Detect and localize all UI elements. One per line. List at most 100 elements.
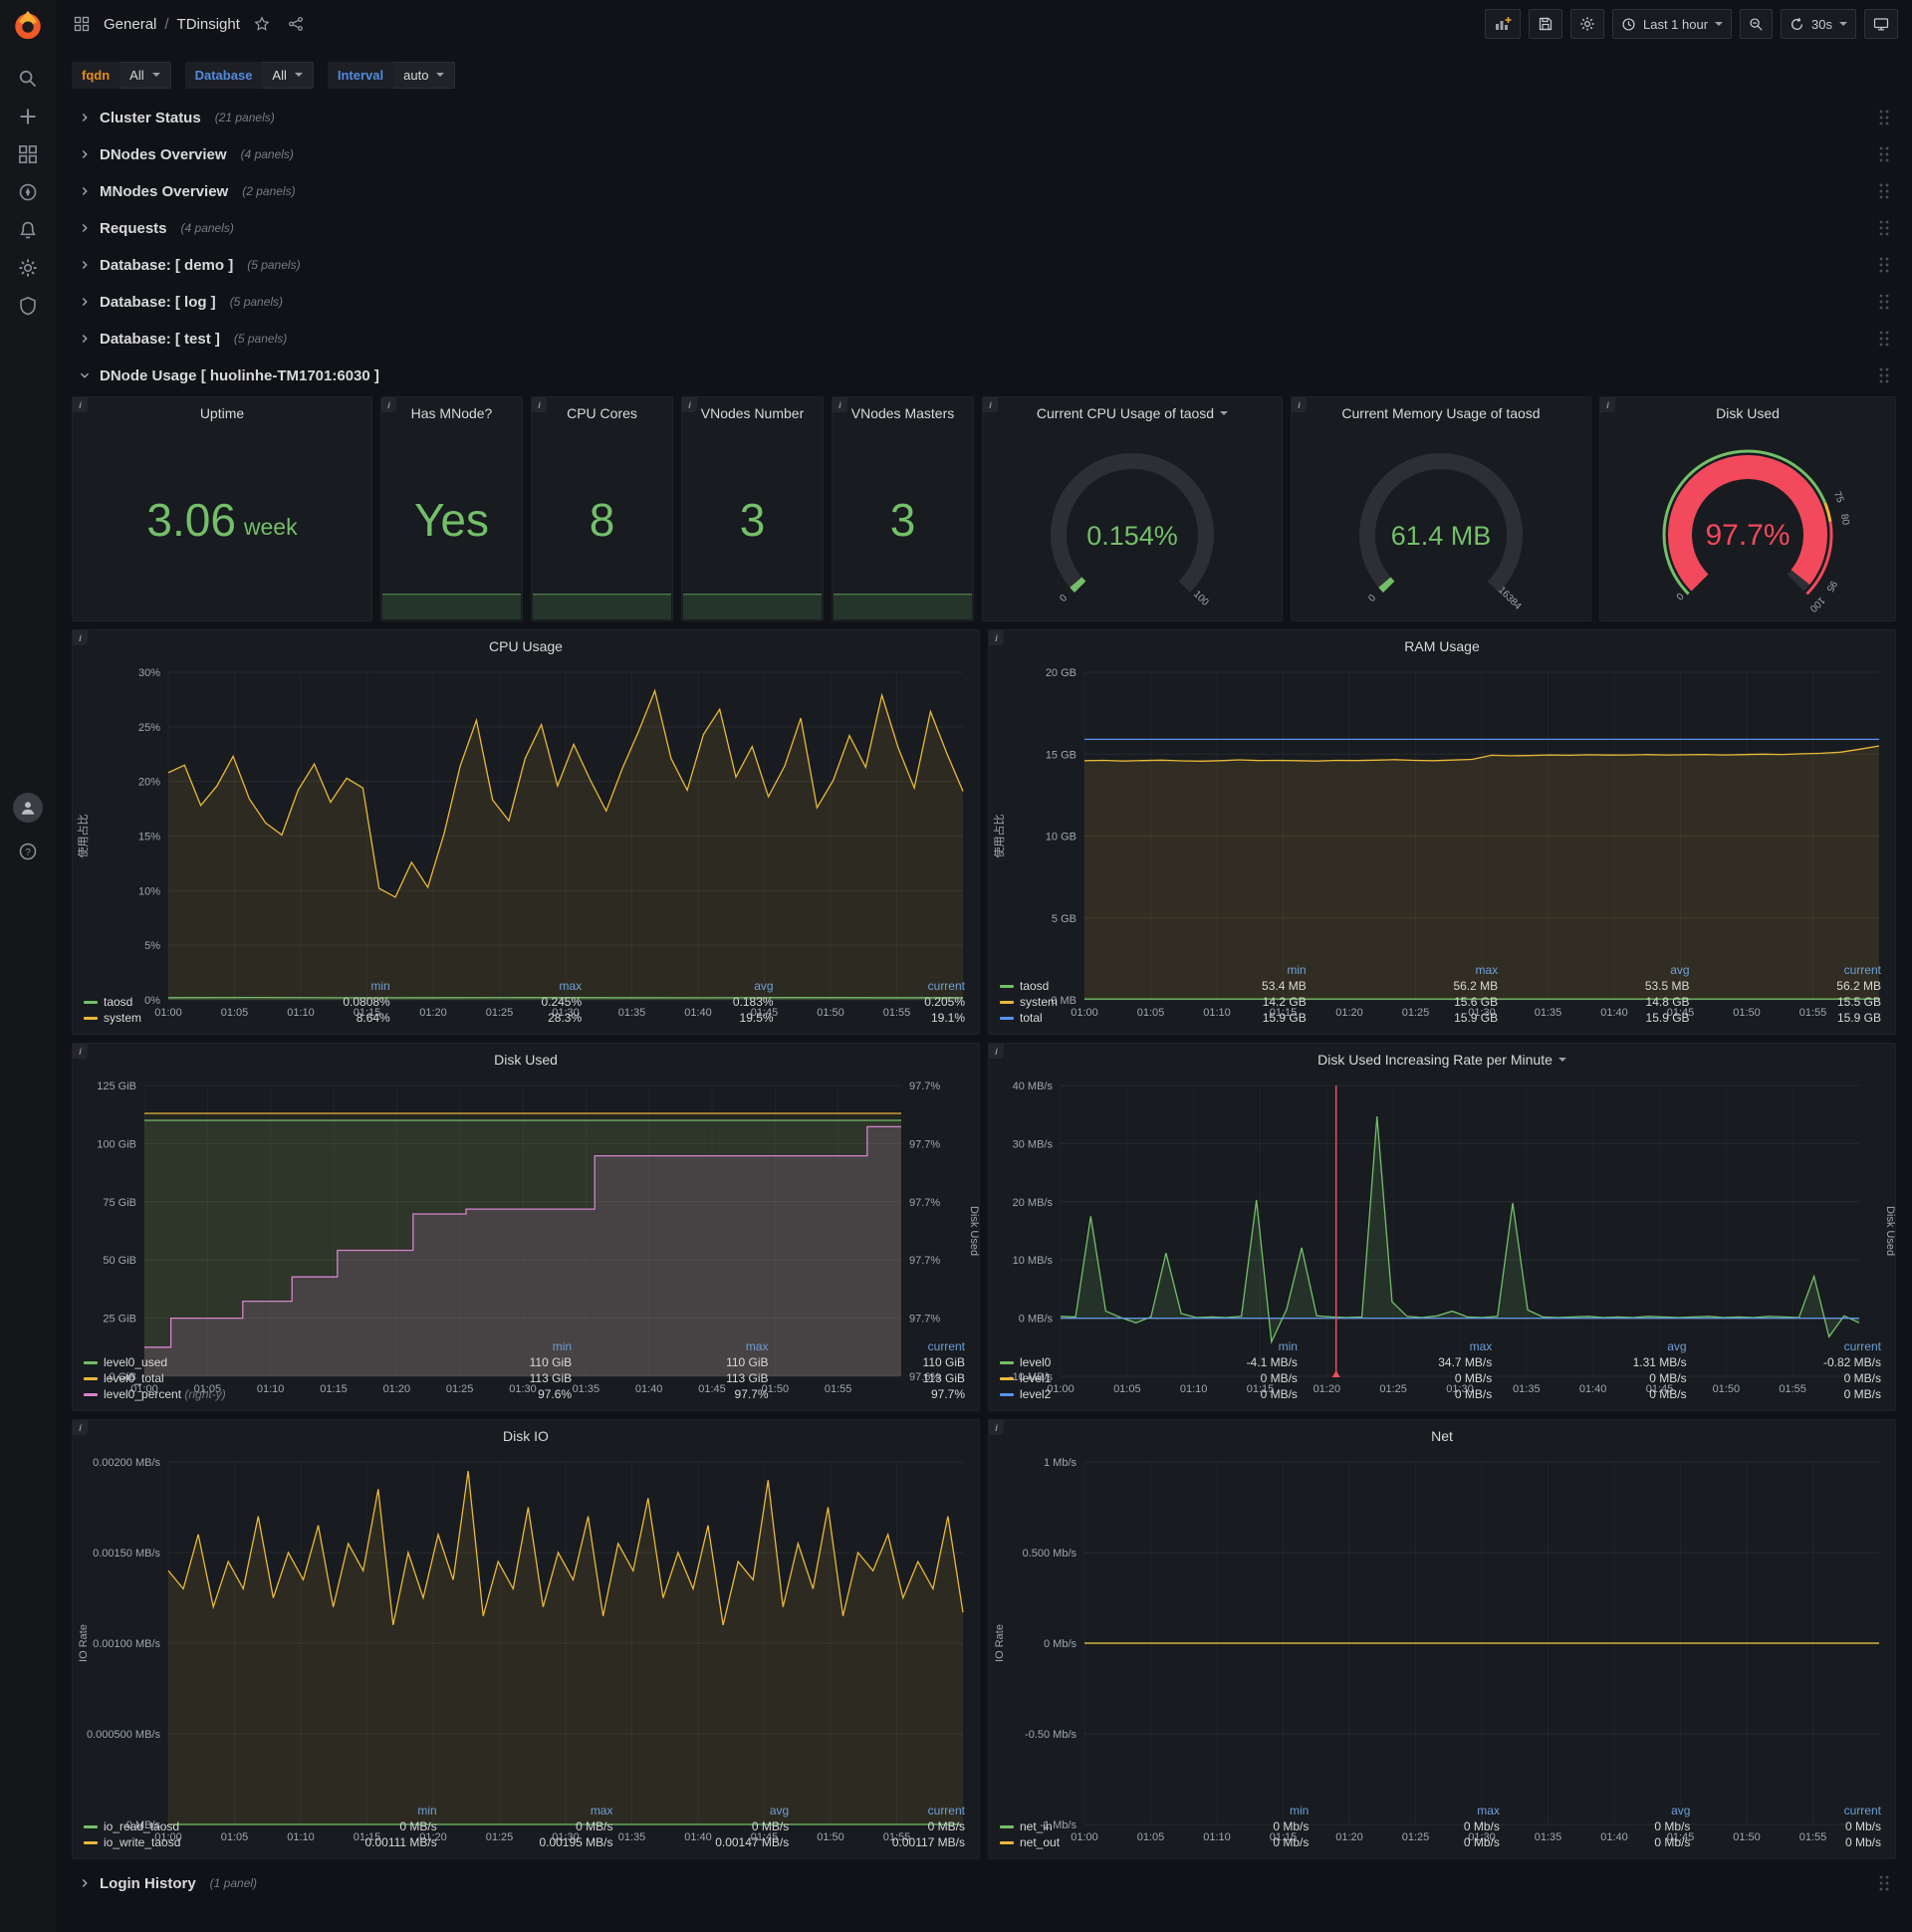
panel-title[interactable]: Disk Used (1716, 405, 1780, 421)
legend-series-system[interactable]: system (999, 994, 1118, 1010)
panel-info-icon[interactable]: i (682, 397, 697, 412)
legend-series-net_out[interactable]: net_out (999, 1834, 1122, 1850)
chart-plot[interactable]: 20 GB 15 GB 10 GB 5 GB 0 MB 01:00 01:05 01:10 01… (989, 662, 1895, 1019)
share-icon[interactable] (284, 12, 308, 36)
explore-compass-icon[interactable] (8, 173, 48, 211)
legend-series-level0_total[interactable]: level0_total (83, 1370, 379, 1386)
legend-column-current[interactable]: current (1694, 962, 1885, 978)
legend-series-net_in[interactable]: net_in (999, 1818, 1122, 1834)
legend-column-avg[interactable]: avg (1504, 1803, 1695, 1818)
refresh-button[interactable]: 30s (1781, 9, 1856, 39)
filter-value-interval[interactable]: auto (393, 61, 456, 89)
panel-title[interactable]: VNodes Number (701, 405, 805, 421)
legend-column-min[interactable]: min (202, 978, 393, 994)
panel-title[interactable]: Uptime (200, 405, 244, 421)
row-drag-handle[interactable] (1878, 1874, 1890, 1892)
panel-info-icon[interactable]: i (532, 397, 547, 412)
panel-title[interactable]: RAM Usage (1404, 638, 1479, 654)
panel-title[interactable]: Disk Used (494, 1052, 558, 1068)
panel-title[interactable]: CPU Usage (489, 638, 563, 654)
legend-column-current[interactable]: current (1691, 1338, 1885, 1354)
panel-info-icon[interactable]: i (989, 630, 1004, 645)
legend-column-current[interactable]: current (793, 1803, 969, 1818)
legend-column-max[interactable]: max (1302, 1338, 1496, 1354)
legend-column-min[interactable]: min (265, 1803, 441, 1818)
legend-column-max[interactable]: max (394, 978, 586, 994)
panel-title[interactable]: Current Memory Usage of taosd (1341, 405, 1540, 421)
row-drag-handle[interactable] (1878, 293, 1890, 311)
legend-column-min[interactable]: min (1107, 1338, 1302, 1354)
page-title[interactable]: TDinsight (177, 16, 240, 33)
row-drag-handle[interactable] (1878, 330, 1890, 348)
legend-series-level2[interactable]: level2 (999, 1386, 1107, 1402)
star-icon[interactable] (250, 12, 274, 36)
legend-series-system[interactable]: system (83, 1010, 202, 1026)
panel-info-icon[interactable]: i (73, 1044, 88, 1059)
panel-info-icon[interactable]: i (989, 1044, 1004, 1059)
row-cluster-status[interactable]: Cluster Status (21 panels) (72, 102, 1896, 133)
panel-info-icon[interactable]: i (983, 397, 998, 412)
panel-title[interactable]: VNodes Masters (851, 405, 954, 421)
legend-column-max[interactable]: max (576, 1338, 772, 1354)
row-drag-handle[interactable] (1878, 109, 1890, 126)
panel-info-icon[interactable]: i (1292, 397, 1307, 412)
panel-title[interactable]: Net (1431, 1428, 1453, 1444)
row-drag-handle[interactable] (1878, 256, 1890, 274)
dashboard-grid-icon[interactable] (70, 12, 94, 36)
dashboard-settings-button[interactable] (1569, 9, 1604, 39)
legend-column-max[interactable]: max (441, 1803, 617, 1818)
row-drag-handle[interactable] (1878, 219, 1890, 237)
row-drag-handle[interactable] (1878, 366, 1890, 384)
legend-series-total[interactable]: total (999, 1010, 1118, 1026)
grafana-logo-icon[interactable] (11, 8, 45, 42)
alerting-bell-icon[interactable] (8, 211, 48, 249)
help-icon[interactable]: ? (8, 833, 48, 870)
row-dnodes-overview[interactable]: DNodes Overview (4 panels) (72, 138, 1896, 170)
row-dnode-usage[interactable]: DNode Usage [ huolinhe-TM1701:6030 ] (72, 360, 1896, 391)
row-mnodes-overview[interactable]: MNodes Overview (2 panels) (72, 175, 1896, 207)
legend-column-max[interactable]: max (1313, 1803, 1504, 1818)
legend-series-level1[interactable]: level1 (999, 1370, 1107, 1386)
legend-series-io_write_taosd[interactable]: io_write_taosd (83, 1834, 265, 1850)
legend-series-taosd[interactable]: taosd (83, 994, 202, 1010)
panel-info-icon[interactable]: i (73, 1420, 88, 1435)
breadcrumb-section[interactable]: General (104, 16, 156, 33)
panel-info-icon[interactable]: i (73, 630, 88, 645)
row-database-demo[interactable]: Database: [ demo ] (5 panels) (72, 249, 1896, 281)
dashboards-icon[interactable] (8, 135, 48, 173)
row-drag-handle[interactable] (1878, 182, 1890, 200)
legend-column-min[interactable]: min (1118, 962, 1310, 978)
legend-column-current[interactable]: current (1694, 1803, 1885, 1818)
panel-title[interactable]: Disk IO (503, 1428, 549, 1444)
configuration-gear-icon[interactable] (8, 249, 48, 287)
chart-plot[interactable]: 30% 25% 20% 15% 10% 5% 0% 01:00 01:05 01:10 01:15 0… (73, 662, 979, 1019)
chart-plot[interactable]: 0.00200 MB/s 0.00150 MB/s 0.00100 MB/s 0.00… (73, 1452, 979, 1843)
user-avatar[interactable] (13, 793, 43, 823)
tv-mode-button[interactable] (1864, 9, 1898, 39)
row-drag-handle[interactable] (1878, 145, 1890, 163)
panel-title[interactable]: Has MNode? (411, 405, 493, 421)
panel-info-icon[interactable]: i (833, 397, 847, 412)
panel-info-icon[interactable]: i (381, 397, 396, 412)
panel-title[interactable]: CPU Cores (567, 405, 637, 421)
zoom-out-button[interactable] (1740, 9, 1774, 39)
save-dashboard-button[interactable] (1528, 9, 1562, 39)
legend-series-io_read_taosd[interactable]: io_read_taosd (83, 1818, 265, 1834)
panel-title[interactable]: Disk Used Increasing Rate per Minute (1317, 1052, 1553, 1068)
legend-column-avg[interactable]: avg (616, 1803, 793, 1818)
row-database-log[interactable]: Database: [ log ] (5 panels) (72, 286, 1896, 318)
panel-title[interactable]: Current CPU Usage of taosd (1037, 405, 1214, 421)
panel-info-icon[interactable]: i (73, 397, 88, 412)
legend-series-level0_percent[interactable]: level0_percent (right-y) (83, 1386, 379, 1402)
panel-info-icon[interactable]: i (989, 1420, 1004, 1435)
filter-value-database[interactable]: All (262, 61, 314, 89)
legend-column-avg[interactable]: avg (1502, 962, 1693, 978)
filter-value-fqdn[interactable]: All (120, 61, 171, 89)
row-requests[interactable]: Requests (4 panels) (72, 212, 1896, 244)
legend-column-current[interactable]: current (773, 1338, 969, 1354)
legend-column-avg[interactable]: avg (1496, 1338, 1690, 1354)
legend-series-level0[interactable]: level0 (999, 1354, 1107, 1370)
panel-info-icon[interactable]: i (1600, 397, 1615, 412)
legend-column-current[interactable]: current (778, 978, 969, 994)
add-panel-button[interactable] (1484, 9, 1521, 39)
